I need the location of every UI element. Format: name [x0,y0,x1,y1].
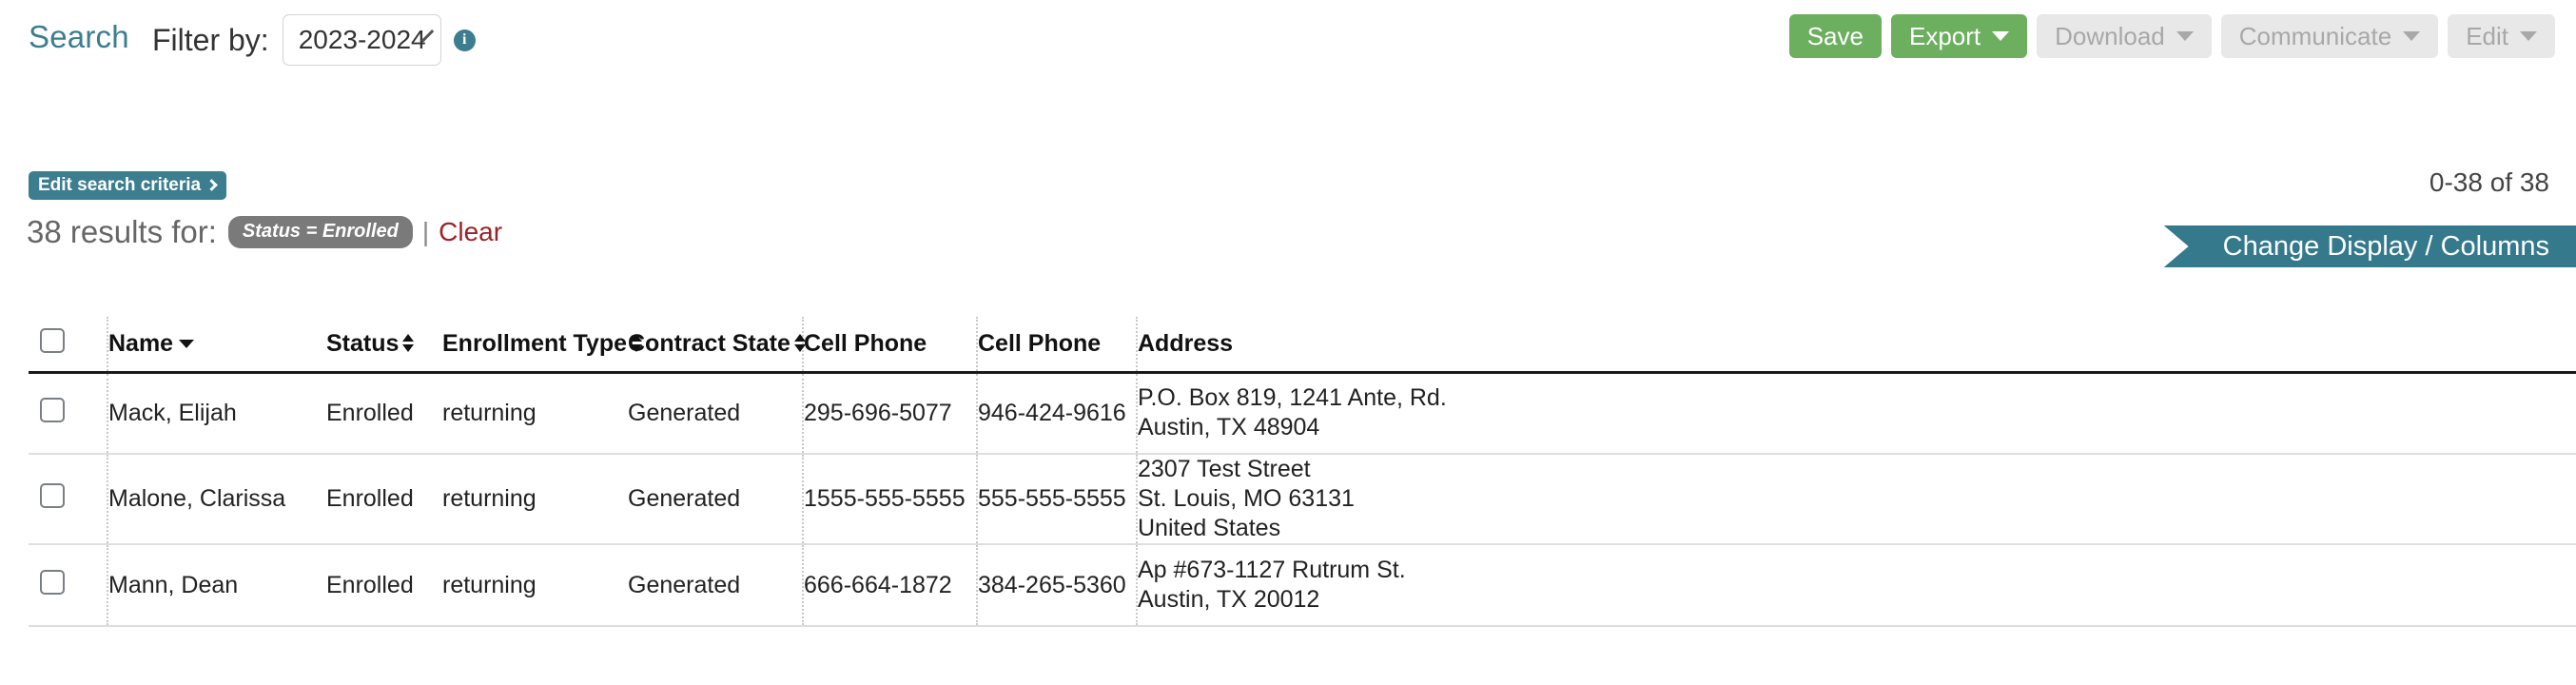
row-select-checkbox[interactable] [40,569,65,595]
column-header-phone1: Cell Phone [802,317,977,374]
results-table-body: Mack, Elijah Enrolled returning Generated 29… [29,372,2576,627]
column-header-enroll[interactable]: Enrollment Type [442,317,643,374]
edit-button-label: Edit [2466,21,2508,50]
column-header-label: Address [1138,329,1234,357]
filter-by-label: Filter by: [152,22,269,57]
export-button-label: Export [1908,21,1981,50]
column-header-label: Status [326,329,400,357]
cell-phone1: 1555-555-5555 [802,454,977,545]
row-select-cell [29,544,107,627]
caret-down-icon [2520,31,2537,41]
cell-address: 2307 Test Street St. Louis, MO 63131 Unite… [1136,454,2576,545]
cell-status: Enrolled [326,372,442,455]
save-button[interactable]: Save [1788,14,1882,58]
export-button[interactable]: Export [1890,14,2028,58]
cell-cstate: Generated [628,372,803,455]
cell-name[interactable]: Malone, Clarissa [107,454,326,545]
address-line: Austin, TX 48904 [1138,414,1320,441]
sort-both-icon [631,333,643,354]
column-header-label: Cell Phone [978,329,1102,357]
address-line: Ap #673-1127 Rutrum St. [1138,557,1406,583]
communicate-button-label: Communicate [2238,21,2392,50]
results-table: Name Status Enrollment Type Contract State C… [29,317,2576,627]
column-header-label: Cell Phone [804,329,927,357]
column-header-status[interactable]: Status [326,317,442,374]
edit-button: Edit [2448,14,2555,58]
communicate-button: Communicate [2220,14,2439,58]
address-line: United States [1138,515,1281,541]
cell-name[interactable]: Mann, Dean [107,544,326,627]
cell-status: Enrolled [326,544,442,627]
download-button: Download [2037,14,2212,58]
action-button-group: Save Export Download Communicate Edit [1788,14,2555,58]
row-select-checkbox[interactable] [40,483,65,508]
row-select-cell [29,372,107,455]
caret-down-icon [1992,31,2010,41]
search-results-page: Search Filter by: 2023-2024 i Save Export… [0,0,2576,685]
search-link[interactable]: Search [29,19,129,55]
cell-phone1: 666-664-1872 [802,544,977,627]
top-toolbar: Search Filter by: 2023-2024 i Save Export… [0,0,2576,80]
select-all-header [29,317,107,374]
sort-descending-icon [179,339,195,348]
column-header-name[interactable]: Name [107,317,326,374]
column-header-label: Enrollment Type [442,329,628,357]
cell-enroll: returning [442,372,628,455]
address-line: St. Louis, MO 63131 [1138,485,1355,512]
change-display-columns-button[interactable]: Change Display / Columns [2163,225,2576,267]
cell-address: Ap #673-1127 Rutrum St. Austin, TX 20012 [1136,544,2576,627]
column-header-address: Address [1136,317,2576,374]
results-count-label: 38 results for: [27,214,217,249]
cell-cstate: Generated [628,544,803,627]
table-row[interactable]: Malone, Clarissa Enrolled returning Generat… [29,454,2576,545]
clear-filters-link[interactable]: Clear [439,217,502,247]
edit-search-criteria-button[interactable]: Edit search criteria [29,171,227,200]
table-header-row: Name Status Enrollment Type Contract State C… [29,317,2576,374]
cell-phone1: 295-696-5077 [802,372,977,455]
row-select-checkbox[interactable] [40,397,65,422]
save-button-label: Save [1806,21,1864,50]
change-display-columns-label: Change Display / Columns [2222,230,2549,262]
results-table-container: Name Status Enrollment Type Contract State C… [29,317,2576,685]
sort-both-icon [402,333,415,354]
table-row[interactable]: Mack, Elijah Enrolled returning Generated 29… [29,372,2576,455]
cell-name[interactable]: Mack, Elijah [107,372,326,455]
status-filter-pill[interactable]: Status = Enrolled [227,216,413,248]
cell-address: P.O. Box 819, 1241 Ante, Rd. Austin, TX 4… [1136,372,2576,455]
results-summary: 38 results for: Status = Enrolled | Clea… [27,214,502,250]
sort-both-icon [793,333,806,354]
table-row[interactable]: Mann, Dean Enrolled returning Generated 666-… [29,544,2576,627]
address-line: P.O. Box 819, 1241 Ante, Rd. [1138,384,1447,412]
column-header-label: Name [108,329,174,357]
edit-search-criteria-label: Edit search criteria [38,175,202,195]
cell-phone2: 946-424-9616 [976,372,1137,455]
chevron-right-icon [205,179,218,191]
cell-phone2: 555-555-5555 [976,454,1137,545]
results-table-head: Name Status Enrollment Type Contract State C… [29,317,2576,374]
download-button-label: Download [2055,21,2165,50]
separator: | [421,217,430,246]
cell-phone2: 384-265-5360 [976,544,1137,627]
column-header-cstate[interactable]: Contract State [628,317,806,374]
row-select-cell [29,454,107,545]
address-line: 2307 Test Street [1138,456,1311,482]
caret-down-icon [2176,31,2194,41]
caret-down-icon [2403,31,2421,41]
column-header-phone2: Cell Phone [976,317,1137,374]
cell-enroll: returning [442,454,628,545]
filter-by-group: Filter by: 2023-2024 i [152,14,476,66]
column-header-label: Contract State [628,329,790,357]
address-line: Austin, TX 20012 [1138,586,1320,613]
select-all-checkbox[interactable] [40,327,65,353]
info-icon[interactable]: i [453,29,476,51]
school-year-value: 2023-2024 [298,25,426,54]
pagination-range: 0-38 of 38 [2429,167,2549,197]
cell-status: Enrolled [326,454,442,545]
cell-enroll: returning [442,544,628,627]
school-year-select[interactable]: 2023-2024 [282,14,441,66]
cell-cstate: Generated [628,454,803,545]
